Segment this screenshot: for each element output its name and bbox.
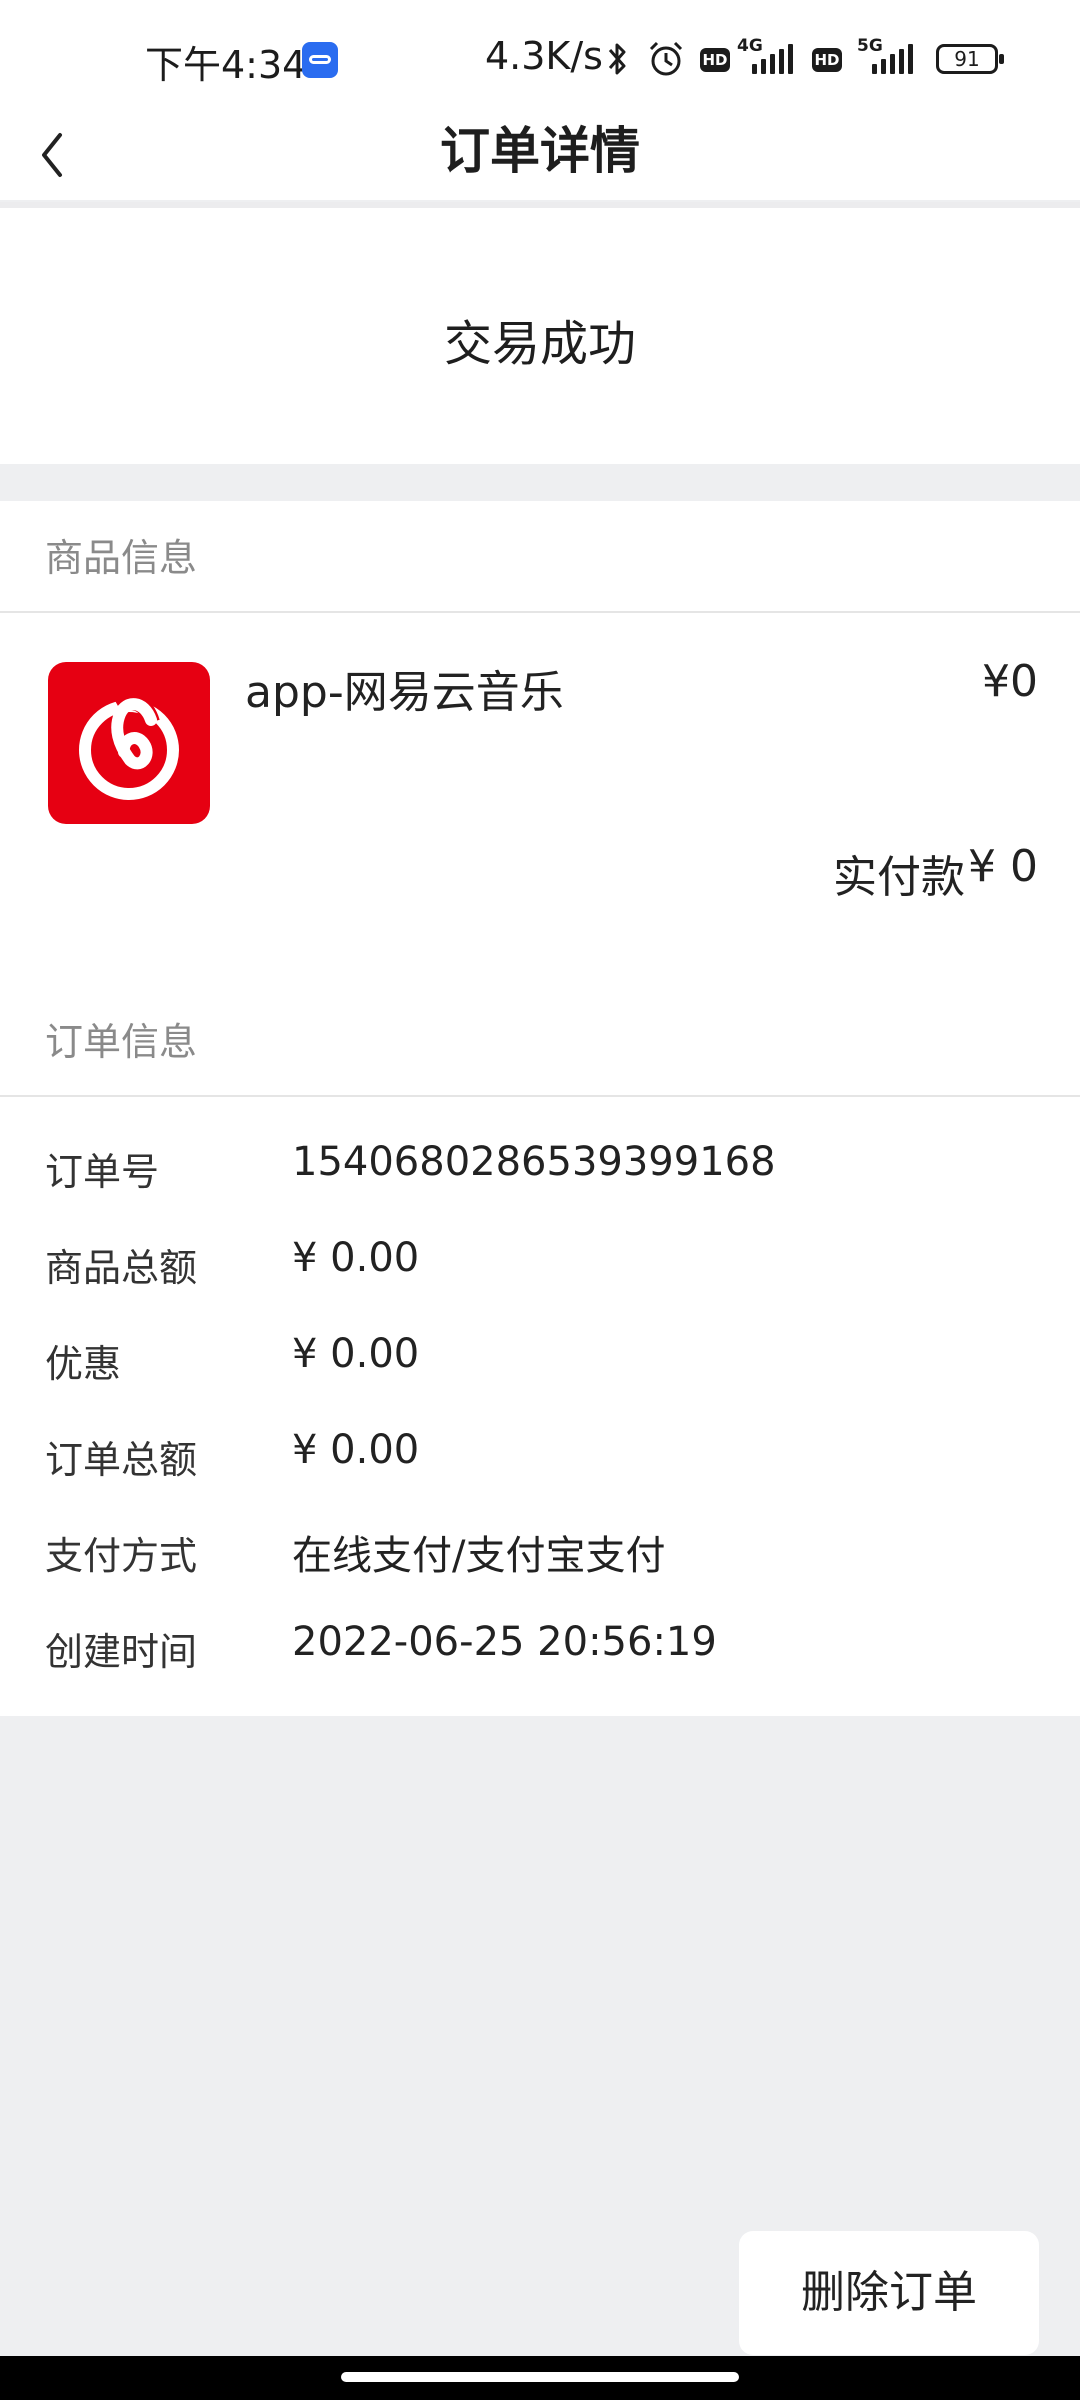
order-total-label: 订单总额 (45, 1438, 198, 1482)
order-card: 商品信息 app-网易云音乐 ¥0 实付款 ¥ 0 订单信息 订单号 15406… (0, 501, 1080, 1716)
alarm-icon (649, 41, 683, 76)
signal-icon (752, 44, 802, 74)
product-name[interactable]: app-网易云音乐 (245, 656, 564, 720)
goods-total-label: 商品总额 (45, 1246, 198, 1290)
product-section-title: 商品信息 (45, 536, 198, 580)
divider (0, 611, 1080, 613)
hd-badge-2: HD (812, 48, 842, 72)
netease-music-icon[interactable] (48, 662, 210, 824)
header: 订单详情 (0, 110, 1080, 202)
hd-badge: HD (700, 48, 730, 72)
order-section-title: 订单信息 (45, 1020, 198, 1064)
car-app-icon (302, 42, 338, 78)
order-total-value: ¥ 0.00 (292, 1427, 420, 1473)
discount-label: 优惠 (45, 1342, 122, 1386)
product-price: ¥0 (982, 656, 1038, 707)
paid-label: 实付款 (833, 852, 965, 903)
order-number-label: 订单号 (45, 1150, 160, 1194)
created-time-label: 创建时间 (45, 1630, 198, 1674)
paid-value: ¥ 0 (968, 841, 1038, 892)
battery-icon: 91 (936, 44, 1004, 74)
page-title: 订单详情 (440, 122, 640, 180)
order-status: 交易成功 (443, 316, 636, 372)
home-indicator[interactable] (341, 2372, 739, 2382)
order-number-value: 1540680286539399168 (292, 1139, 776, 1185)
divider (0, 1095, 1080, 1097)
delete-order-button[interactable]: 删除订单 (739, 2231, 1039, 2355)
signal-icon-2 (872, 44, 922, 74)
bluetooth-icon (608, 43, 626, 75)
battery-level: 91 (954, 47, 980, 71)
network-speed: 4.3K/s (485, 34, 603, 78)
payment-method-value: 在线支付/支付宝支付 (292, 1533, 666, 1579)
status-bar: 下午4:34 4.3K/s HD 4G HD 5G 91 (0, 0, 1080, 110)
status-time: 下午4:34 (145, 43, 307, 87)
created-time-value: 2022-06-25 20:56:19 (292, 1619, 717, 1665)
payment-method-label: 支付方式 (45, 1534, 198, 1578)
discount-value: ¥ 0.00 (292, 1331, 420, 1377)
navigation-bar (0, 2356, 1080, 2400)
order-status-section: 交易成功 (0, 208, 1080, 464)
goods-total-value: ¥ 0.00 (292, 1235, 420, 1281)
